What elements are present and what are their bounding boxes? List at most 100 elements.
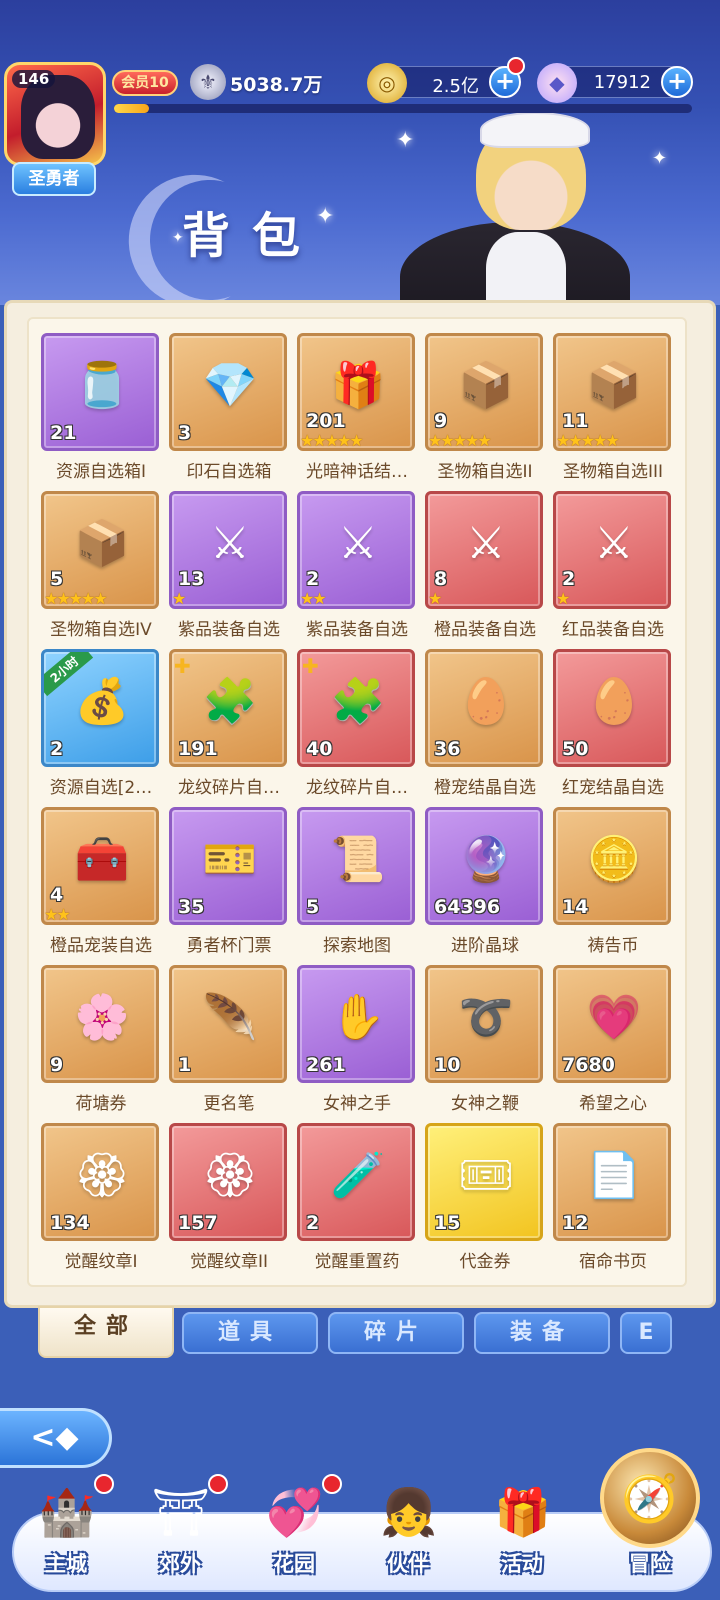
item-tile[interactable]: 📦 9 ★★★★★ (425, 333, 543, 451)
inventory-item[interactable]: 🧩 ✚ 191 龙纹碎片自… (169, 649, 289, 799)
item-tile[interactable]: 🏵 134 (41, 1123, 159, 1241)
inventory-item[interactable]: 📦 11 ★★★★★ 圣物箱自选III (553, 333, 673, 483)
inventory-item[interactable]: ⚔ 2 ★★ 紫品装备自选 (297, 491, 417, 641)
nav-item-4[interactable]: 🎁 活动 (466, 1470, 578, 1600)
item-quantity: 13 (178, 568, 205, 590)
nav-item-1[interactable]: ⛩ 郊外 (124, 1470, 236, 1600)
item-tile[interactable]: 🎟 15 (425, 1123, 543, 1241)
inventory-item[interactable]: 🪶 1 更名笔 (169, 965, 289, 1115)
partner-icon: 👧 (380, 1485, 438, 1539)
star-rating: ★★★★★ (44, 589, 108, 608)
tab-1[interactable]: 道具 (182, 1312, 318, 1354)
inventory-item[interactable]: 🌸 9 荷塘券 (41, 965, 161, 1115)
notification-dot (322, 1474, 342, 1494)
inventory-item[interactable]: 📦 5 ★★★★★ 圣物箱自选IV (41, 491, 161, 641)
item-name: 龙纹碎片自… (178, 778, 280, 798)
gold-value: 2.5亿 (432, 76, 479, 97)
item-tile[interactable]: 💗 7680 (553, 965, 671, 1083)
nav-label-adventure[interactable]: 冒险 (600, 1548, 700, 1578)
inventory-item[interactable]: 📄 12 宿命书页 (553, 1123, 673, 1273)
inventory-item[interactable]: 🎫 35 勇者杯门票 (169, 807, 289, 957)
inventory-item[interactable]: 🎁 201 ★★★★★ 光暗神话结… (297, 333, 417, 483)
inventory-item[interactable]: 💎 3 印石自选箱 (169, 333, 289, 483)
item-name: 光暗神话结… (306, 462, 408, 482)
item-icon: 🎟 (458, 1150, 514, 1201)
inventory-item[interactable]: 🧪 2 觉醒重置药 (297, 1123, 417, 1273)
player-title-badge[interactable]: 圣勇者 (12, 162, 96, 196)
item-tile[interactable]: 🥚 50 (553, 649, 671, 767)
tab-2[interactable]: 碎片 (328, 1312, 464, 1354)
nav-item-3[interactable]: 👧 伙伴 (352, 1470, 464, 1600)
inventory-item[interactable]: ✋ 261 女神之手 (297, 965, 417, 1115)
inventory-item[interactable]: 🏵 157 觉醒纹章II (169, 1123, 289, 1273)
inventory-item[interactable]: 📜 5 探索地图 (297, 807, 417, 957)
item-tile[interactable]: 🫙 21 (41, 333, 159, 451)
item-tile[interactable]: 🎁 201 ★★★★★ (297, 333, 415, 451)
inventory-item[interactable]: 🪙 14 祷告币 (553, 807, 673, 957)
item-quantity: 21 (50, 422, 77, 444)
item-name: 女神之手 (323, 1094, 391, 1114)
item-tile[interactable]: 🎫 35 (169, 807, 287, 925)
nav-item-0[interactable]: 🏰 主城 (10, 1470, 122, 1600)
item-icon: 📜 (330, 834, 386, 885)
item-tile[interactable]: 📦 5 ★★★★★ (41, 491, 159, 609)
inventory-item[interactable]: 🧩 ✚ 40 龙纹碎片自… (297, 649, 417, 799)
collapse-button[interactable]: <◆ (0, 1408, 112, 1468)
item-tile[interactable]: 🪙 14 (553, 807, 671, 925)
item-tile[interactable]: 💎 3 (169, 333, 287, 451)
item-tile[interactable]: ⚔ 2 ★ (553, 491, 671, 609)
item-tile[interactable]: ➰ 10 (425, 965, 543, 1083)
inventory-item[interactable]: 📦 9 ★★★★★ 圣物箱自选II (425, 333, 545, 483)
vip-badge[interactable]: 会员10 (112, 70, 178, 96)
inventory-scroll-area[interactable]: 🫙 21 资源自选箱I 💎 3 印石自选箱 🎁 201 ★★★★★ 光暗神话结… 📦 9 ★★★★★ 圣物… (27, 317, 687, 1287)
item-tile[interactable]: ✋ 261 (297, 965, 415, 1083)
item-tile[interactable]: 🧪 2 (297, 1123, 415, 1241)
item-tile[interactable]: 🪶 1 (169, 965, 287, 1083)
inventory-item[interactable]: 🫙 21 资源自选箱I (41, 333, 161, 483)
inventory-item[interactable]: 💰 2小时 2 资源自选[2… (41, 649, 161, 799)
item-tile[interactable]: ⚔ 2 ★★ (297, 491, 415, 609)
inventory-item[interactable]: 🥚 36 橙宠结晶自选 (425, 649, 545, 799)
item-tile[interactable]: ⚔ 13 ★ (169, 491, 287, 609)
compass-icon[interactable]: 🧭 (600, 1448, 700, 1548)
player-level: 146 (12, 70, 56, 88)
inventory-item[interactable]: ➰ 10 女神之鞭 (425, 965, 545, 1115)
tab-4[interactable]: E (620, 1312, 672, 1354)
item-name: 红宠结晶自选 (562, 778, 664, 798)
item-tile[interactable]: 🧩 ✚ 191 (169, 649, 287, 767)
star-rating: ★★ (44, 905, 71, 924)
inventory-item[interactable]: ⚔ 8 ★ 橙品装备自选 (425, 491, 545, 641)
item-tile[interactable]: ⚔ 8 ★ (425, 491, 543, 609)
inventory-item[interactable]: 🔮 64396 进阶晶球 (425, 807, 545, 957)
item-tile[interactable]: 📦 11 ★★★★★ (553, 333, 671, 451)
item-name: 印石自选箱 (186, 462, 272, 482)
inventory-item[interactable]: ⚔ 2 ★ 红品装备自选 (553, 491, 673, 641)
item-tile[interactable]: 🔮 64396 (425, 807, 543, 925)
item-tile[interactable]: 🏵 157 (169, 1123, 287, 1241)
item-tile[interactable]: 📄 12 (553, 1123, 671, 1241)
inventory-item[interactable]: ⚔ 13 ★ 紫品装备自选 (169, 491, 289, 641)
inventory-item[interactable]: 🧰 4 ★★ 橙品宠装自选 (41, 807, 161, 957)
notification-dot (94, 1474, 114, 1494)
item-name: 圣物箱自选II (437, 462, 533, 482)
tab-0[interactable]: 全部 (38, 1306, 174, 1358)
nav-item-2[interactable]: 💞 花园 (238, 1470, 350, 1600)
add-diamond-button[interactable]: + (661, 66, 693, 98)
item-icon: 🧩 (330, 676, 386, 727)
inventory-item[interactable]: 🎟 15 代金券 (425, 1123, 545, 1273)
item-tile[interactable]: 📜 5 (297, 807, 415, 925)
item-icon: 🏵 (74, 1150, 130, 1201)
header: ✦ ✦ ✦ ✦ 背包 146 圣勇者 会员10 ⚜ 5038.7万 ◎ 2.5亿… (0, 0, 720, 305)
inventory-item[interactable]: 🥚 50 红宠结晶自选 (553, 649, 673, 799)
item-tile[interactable]: 💰 2小时 2 (41, 649, 159, 767)
item-name: 祷告币 (587, 936, 639, 956)
tab-3[interactable]: 装备 (474, 1312, 610, 1354)
item-tile[interactable]: 🥚 36 (425, 649, 543, 767)
item-tile[interactable]: 🧩 ✚ 40 (297, 649, 415, 767)
item-tile[interactable]: 🌸 9 (41, 965, 159, 1083)
item-tile[interactable]: 🧰 4 ★★ (41, 807, 159, 925)
nav-label: 花园 (273, 1552, 315, 1576)
inventory-item[interactable]: 🏵 134 觉醒纹章I (41, 1123, 161, 1273)
inventory-item[interactable]: 💗 7680 希望之心 (553, 965, 673, 1115)
power-value: 5038.7万 (230, 74, 323, 96)
